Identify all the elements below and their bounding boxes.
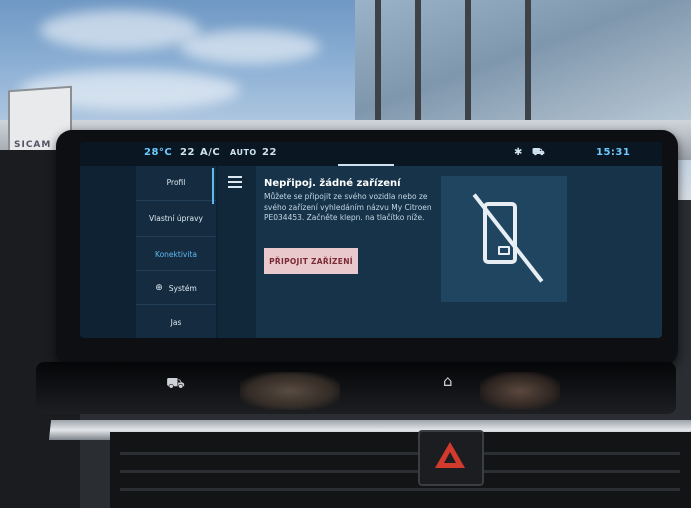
vent-slat xyxy=(120,470,680,473)
auto-label[interactable]: AUTO xyxy=(230,148,257,157)
ac-label[interactable]: A/C xyxy=(200,147,220,158)
menu-column xyxy=(218,166,256,338)
sidebar-item-label: Jas xyxy=(170,317,182,327)
sidebar-item-label: Systém xyxy=(168,283,197,293)
control-bar: ⛟ ⌂ xyxy=(36,362,676,414)
cloud xyxy=(40,10,200,50)
hamburger-icon[interactable] xyxy=(228,176,242,191)
fan-level[interactable]: 22 xyxy=(180,147,195,158)
phone-home-button xyxy=(498,246,510,255)
connect-device-button[interactable]: PŘIPOJIT ZAŘÍZENÍ xyxy=(264,248,358,274)
sidebar-item-system[interactable]: ⊕ Systém xyxy=(136,272,216,304)
car-icon[interactable]: ⛟ xyxy=(166,374,185,394)
sidebar-item-label: Konektivita xyxy=(155,249,197,259)
infotainment-screen: 28°C 22 A/C AUTO 22 ✱ ⛟ 15:31 Profil Vla… xyxy=(80,142,662,338)
reflection xyxy=(240,372,340,410)
sidebar-item-profil[interactable]: Profil xyxy=(136,166,216,198)
hazard-button[interactable] xyxy=(418,430,484,486)
page-title: Nepřipoj. žádné zařízení xyxy=(264,178,401,189)
temperature-left[interactable]: 28°C xyxy=(144,147,172,158)
divider xyxy=(136,304,216,305)
reflection xyxy=(480,372,560,410)
scroll-indicator[interactable] xyxy=(212,168,214,204)
temperature-right[interactable]: 22 xyxy=(262,147,277,158)
clock: 15:31 xyxy=(596,147,631,158)
car-icon: ⛟ xyxy=(532,147,546,158)
vent-slat xyxy=(120,488,680,491)
cloud xyxy=(180,30,320,64)
sidebar-item-vlastni-upravy[interactable]: Vlastní úpravy xyxy=(136,202,216,234)
divider xyxy=(136,270,216,271)
phone-disabled-icon xyxy=(441,176,567,302)
hazard-icon-inner xyxy=(444,452,456,463)
sidebar-item-konektivita[interactable]: Konektivita xyxy=(136,238,216,270)
sidebar-item-label: Vlastní úpravy xyxy=(149,213,203,223)
vent-slat xyxy=(120,452,680,455)
divider xyxy=(136,236,216,237)
bluetooth-icon: ✱ xyxy=(514,147,523,158)
home-icon[interactable]: ⌂ xyxy=(443,372,453,390)
sidebar-item-jas[interactable]: Jas xyxy=(136,306,216,338)
divider xyxy=(136,200,216,201)
sign-text: SICAM xyxy=(14,140,52,150)
status-bar: 28°C 22 A/C AUTO 22 ✱ ⛟ 15:31 xyxy=(80,142,662,166)
connectivity-panel: Nepřipoj. žádné zařízení Můžete se připo… xyxy=(256,166,662,338)
sidebar-item-label: Profil xyxy=(166,177,186,187)
settings-sidebar: Profil Vlastní úpravy Konektivita ⊕ Syst… xyxy=(136,166,216,338)
description: Můžete se připojit ze svého vozidla nebo… xyxy=(264,192,432,222)
globe-icon: ⊕ xyxy=(155,283,163,293)
